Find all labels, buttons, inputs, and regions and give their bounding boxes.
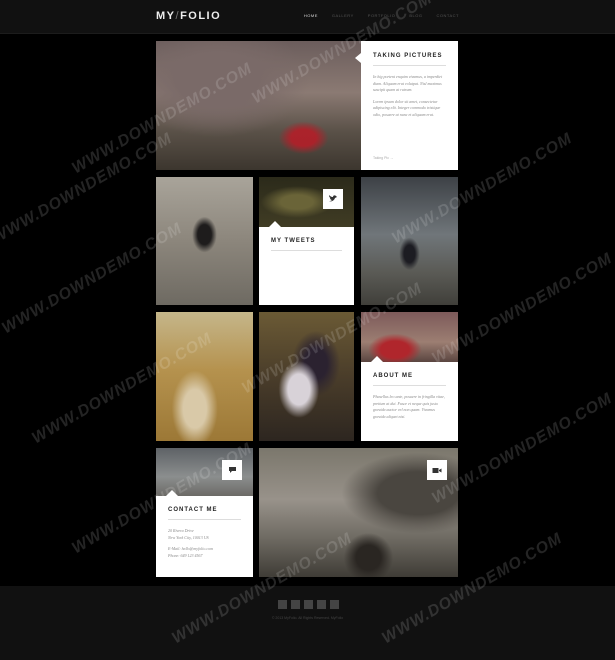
twitter-icon[interactable] — [278, 600, 287, 609]
facebook-icon[interactable] — [291, 600, 300, 609]
panel-text: In hig portent enquim vivamus, a imperdi… — [373, 74, 443, 92]
panel-title: MY TWEETS — [271, 238, 316, 244]
vimeo-icon[interactable] — [330, 600, 339, 609]
footer: © 2013 MyFolio. All Rights Reserved. MyF… — [0, 586, 615, 660]
nav-item-blog[interactable]: Blog — [409, 13, 422, 18]
about-panel: ABOUT ME Phasellus leo ante, posuere in … — [361, 362, 458, 441]
photo-woman-umbrella[interactable] — [156, 177, 253, 305]
gallery-tile[interactable] — [156, 177, 253, 305]
featured-photo[interactable] — [156, 41, 361, 170]
copyright-text: © 2013 MyFolio. All Rights Reserved. MyF… — [271, 616, 344, 620]
divider — [271, 250, 342, 251]
contact-tile: CONTACT ME 20 Rivera Drive New York City… — [156, 448, 253, 577]
divider — [373, 385, 446, 386]
tweets-tile: MY TWEETS — [259, 177, 354, 305]
panel-title: TAKING PICTURES — [373, 53, 443, 59]
gallery-tile[interactable] — [156, 312, 253, 441]
logo-text-my: MY — [156, 10, 176, 22]
panel-text: Phasellus leo ante, posuere in fringilla… — [373, 394, 445, 419]
nav-item-contact[interactable]: Contact — [436, 13, 459, 18]
photo-man-landscape[interactable] — [361, 177, 458, 305]
taking-pictures-panel: TAKING PICTURES In hig portent enquim vi… — [361, 41, 458, 170]
about-tile: ABOUT ME Phasellus leo ante, posuere in … — [361, 312, 458, 441]
nav-item-portfolio[interactable]: Portfolio — [368, 13, 396, 18]
chat-icon-box[interactable] — [222, 460, 242, 480]
nav-item-home[interactable]: Home — [304, 13, 318, 18]
video-tile[interactable] — [259, 448, 458, 577]
main-nav: Home Gallery Portfolio Blog Contact — [304, 13, 459, 18]
divider — [373, 65, 446, 66]
chat-icon — [228, 467, 236, 473]
social-links — [278, 600, 339, 609]
contact-address-line: New York City, 10013 US — [168, 534, 209, 540]
top-bar: MY/FOLIO Home Gallery Portfolio Blog Con… — [0, 0, 615, 34]
photo-wedding[interactable] — [259, 312, 354, 441]
gallery-tile[interactable] — [259, 312, 354, 441]
photo-field[interactable] — [156, 312, 253, 441]
panel-title: CONTACT ME — [168, 507, 218, 513]
panel-text: Lorem ipsum dolor sit amet, consectetur … — [373, 98, 441, 117]
read-more-link[interactable]: Taking Pic → — [373, 156, 393, 160]
photo-red-dress[interactable] — [361, 312, 458, 362]
twitter-icon-box[interactable] — [323, 189, 343, 209]
site-logo[interactable]: MY/FOLIO — [156, 10, 221, 22]
twitter-icon — [329, 194, 337, 201]
watermark: WWW.DOWNDEMO.COM — [0, 129, 176, 248]
contact-phone: Phone: 649 123 4567 — [168, 552, 203, 558]
logo-text-folio: FOLIO — [180, 10, 222, 22]
dribbble-icon[interactable] — [317, 600, 326, 609]
gallery-tile[interactable] — [361, 177, 458, 305]
featured-post-tile: TAKING PICTURES In hig portent enquim vi… — [156, 41, 458, 170]
tweets-panel: MY TWEETS — [259, 227, 354, 305]
video-camera-icon — [432, 467, 442, 473]
nav-item-gallery[interactable]: Gallery — [332, 13, 354, 18]
panel-title: ABOUT ME — [373, 373, 413, 379]
video-icon-box[interactable] — [427, 460, 447, 480]
divider — [168, 519, 241, 520]
contact-panel: CONTACT ME 20 Rivera Drive New York City… — [156, 496, 253, 577]
panel-pointer — [355, 53, 361, 63]
flickr-icon[interactable] — [304, 600, 313, 609]
